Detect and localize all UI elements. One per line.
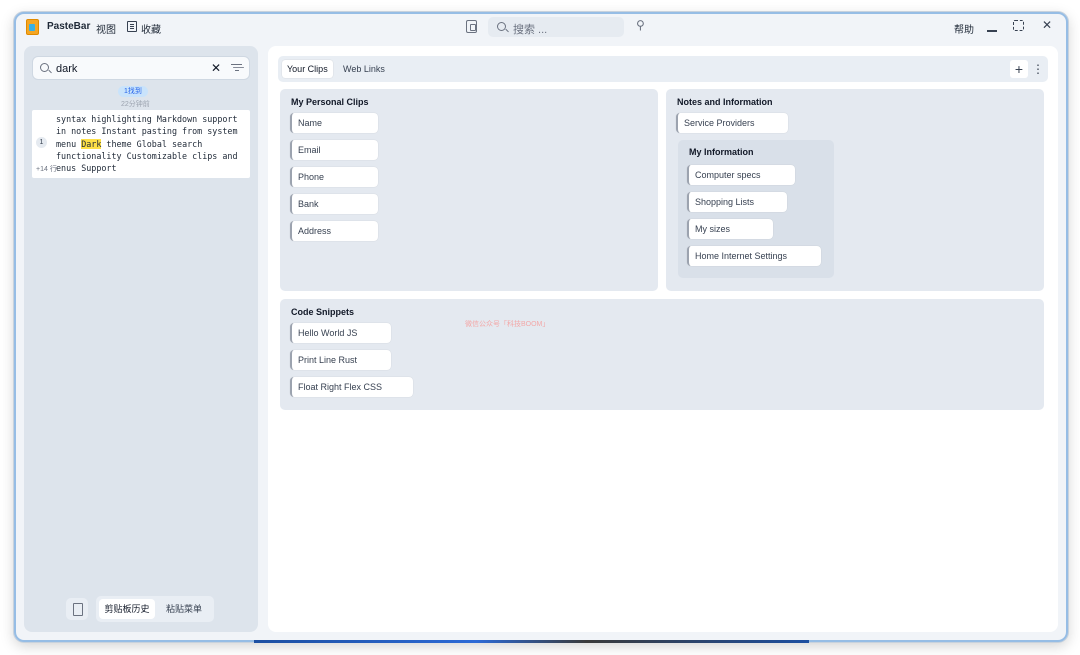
found-count-badge: 1找到 [118,86,148,97]
tab-your-clips[interactable]: Your Clips [282,60,333,78]
board-title: My Personal Clips [291,97,369,107]
board-title: Code Snippets [291,307,355,317]
clip-timestamp: 22分钟前 [121,101,150,108]
clip-name[interactable]: Name [290,113,378,133]
copy-icon[interactable] [466,20,477,33]
clip-line: menu [56,138,82,149]
app-name: PasteBar [47,21,91,32]
tab-paste-menu[interactable]: 粘贴菜单 [158,599,210,619]
minimize-icon[interactable] [985,18,999,34]
clipboard-icon[interactable] [66,598,88,620]
maximize-icon[interactable] [1013,20,1024,31]
pin-icon[interactable]: ⚲ [636,19,645,32]
history-panel: ✕ 1找到 22分钟前 1 +14 行 syntax highlighting … [24,46,258,632]
clip-home-internet-settings[interactable]: Home Internet Settings [687,246,821,266]
clip-more-lines[interactable]: +14 行 [36,164,57,174]
board-title: My Information [689,147,754,157]
clip-index-badge: 1 [36,137,47,148]
board-my-information: My Information Computer specs Shopping L… [678,140,834,278]
history-clip-item[interactable]: 1 +14 行 syntax highlighting Markdown sup… [32,110,250,178]
search-icon [40,63,49,72]
history-search-input[interactable] [56,60,196,77]
board-title: Notes and Information [677,97,773,107]
title-bar: PasteBar 视图 收藏 搜索 ... / ⚲ 帮助 ✕ [14,12,1068,42]
global-search-box[interactable]: 搜索 ... / [488,17,624,37]
x-icon[interactable]: ✕ [211,61,221,75]
clip-hello-world-js[interactable]: Hello World JS [290,323,391,343]
search-icon [497,22,506,31]
filter-icon[interactable] [231,63,242,73]
clip-computer-specs[interactable]: Computer specs [687,165,795,185]
global-search-placeholder[interactable]: 搜索 ... [513,21,547,37]
clip-line: functionality Customizable clips and [56,150,238,161]
clip-print-line-rust[interactable]: Print Line Rust [290,350,391,370]
menu-favorites[interactable]: 收藏 [141,21,161,36]
board-personal-clips: My Personal Clips Name Email Phone Bank … [280,89,658,291]
more-vertical-icon[interactable]: ⋮ [1032,60,1044,78]
tab-clipboard-history[interactable]: 剪贴板历史 [99,599,155,619]
search-match-highlight: Dark [81,138,102,149]
clipboard-logo-icon [26,19,39,35]
board-notes-information: Notes and Information Service Providers … [666,89,1044,291]
clip-email[interactable]: Email [290,140,378,160]
plus-icon[interactable]: + [1010,60,1028,78]
history-search-box[interactable]: ✕ [32,56,250,80]
clip-line: syntax highlighting Markdown support [56,114,238,124]
clip-float-right-flex-css[interactable]: Float Right Flex CSS [290,377,413,397]
tab-web-links[interactable]: Web Links [338,60,390,78]
clip-shopping-lists[interactable]: Shopping Lists [687,192,787,212]
clip-bank[interactable]: Bank [290,194,378,214]
help-menu[interactable]: 帮助 [954,21,974,36]
collection-tabs: Your Clips Web Links + ⋮ [278,56,1048,82]
clip-line: in notes Instant pasting from system [56,126,238,137]
menu-view[interactable]: 视图 [96,21,116,36]
clip-line: enus Support [56,163,117,174]
book-icon[interactable] [127,21,137,32]
clip-line: theme Global search [101,138,203,149]
clip-address[interactable]: Address [290,221,378,241]
clip-my-sizes[interactable]: My sizes [687,219,773,239]
clips-panel: Your Clips Web Links + ⋮ My Personal Cli… [268,46,1058,632]
desktop-taskbar-strip [254,640,809,643]
app-window: PasteBar 视图 收藏 搜索 ... / ⚲ 帮助 ✕ ✕ 1找到 22分… [14,12,1068,642]
history-mode-tabs: 剪贴板历史 粘贴菜单 [96,596,214,622]
close-icon[interactable]: ✕ [1042,18,1052,32]
clip-service-providers[interactable]: Service Providers [676,113,788,133]
board-code-snippets: Code Snippets Hello World JS Print Line … [280,299,1044,410]
clip-text: syntax highlighting Markdown support in … [56,113,248,174]
watermark-text: 微信公众号「科技BOOM」 [465,321,550,328]
clip-phone[interactable]: Phone [290,167,378,187]
